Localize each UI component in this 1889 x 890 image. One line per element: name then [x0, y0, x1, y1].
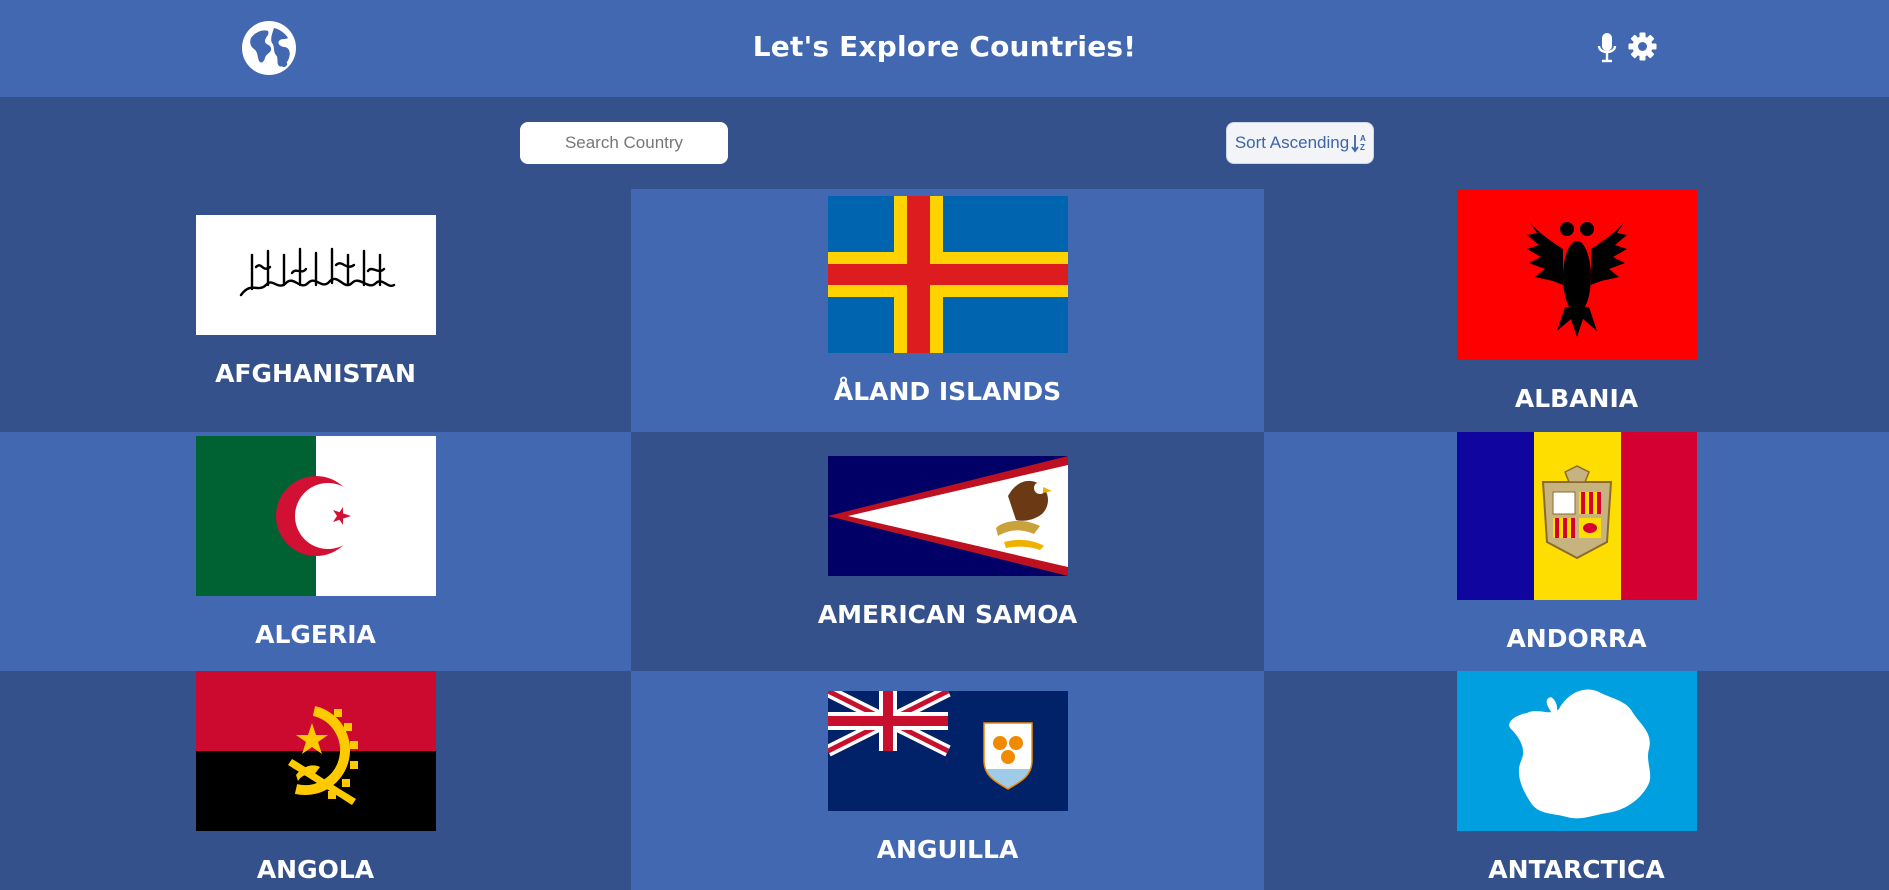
- app-header: Let's Explore Countries!: [0, 0, 1889, 97]
- country-name: American Samoa: [817, 600, 1078, 629]
- anguilla-flag: [827, 691, 1068, 811]
- country-name: Algeria: [255, 620, 376, 649]
- country-card-andorra[interactable]: Andorra: [1264, 432, 1889, 671]
- country-card-albania[interactable]: Albania: [1264, 189, 1889, 432]
- afghanistan-flag: [195, 215, 436, 335]
- country-name: Andorra: [1506, 624, 1647, 653]
- antarctica-flag: [1456, 671, 1697, 831]
- albania-flag: [1456, 189, 1697, 360]
- svg-text:Z: Z: [1360, 143, 1365, 152]
- american-samoa-flag: [827, 456, 1068, 576]
- country-name: Åland Islands: [833, 377, 1062, 406]
- sort-button-label: Sort Ascending: [1234, 133, 1350, 152]
- algeria-flag: [195, 436, 436, 596]
- country-card-afghanistan[interactable]: Afghanistan: [0, 189, 631, 432]
- country-name: Angola: [256, 855, 375, 884]
- country-name: Anguilla: [876, 835, 1019, 864]
- svg-text:A: A: [1360, 134, 1366, 143]
- andorra-flag: [1456, 432, 1697, 600]
- gear-icon[interactable]: [1628, 32, 1657, 61]
- sort-az-icon: A Z: [1351, 134, 1366, 153]
- country-card-angola[interactable]: Angola: [0, 671, 631, 890]
- country-card-aland-islands[interactable]: Åland Islands: [631, 189, 1264, 432]
- country-name: Antarctica: [1488, 855, 1665, 884]
- sort-button[interactable]: Sort Ascending A Z: [1226, 122, 1374, 164]
- country-card-anguilla[interactable]: Anguilla: [631, 671, 1264, 890]
- country-name: Albania: [1514, 384, 1639, 413]
- country-card-antarctica[interactable]: Antarctica: [1264, 671, 1889, 890]
- country-name: Afghanistan: [215, 359, 416, 388]
- country-grid: Afghanistan Åland Islands Albania: [0, 189, 1889, 890]
- search-input[interactable]: [520, 122, 728, 164]
- country-card-american-samoa[interactable]: American Samoa: [631, 432, 1264, 671]
- country-card-algeria[interactable]: Algeria: [0, 432, 631, 671]
- microphone-icon[interactable]: [1597, 32, 1617, 64]
- aland-islands-flag: [827, 196, 1068, 353]
- angola-flag: [195, 671, 436, 831]
